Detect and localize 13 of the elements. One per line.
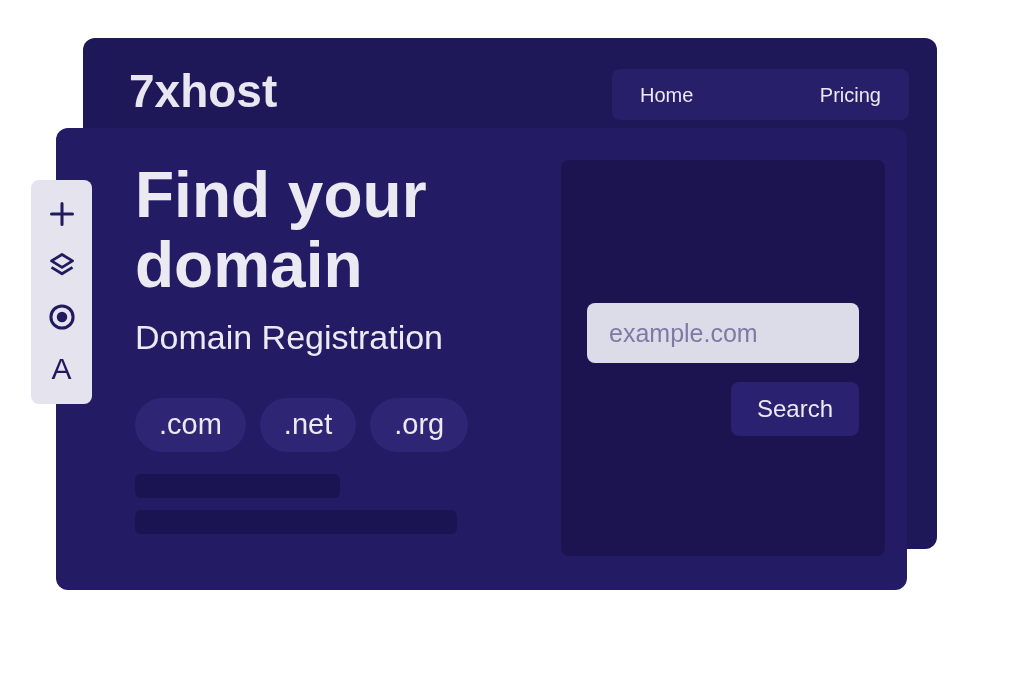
tld-chip[interactable]: .org (370, 398, 469, 452)
nav-link[interactable]: Pricing (819, 79, 881, 110)
logo: 7xhost (129, 68, 278, 114)
tld-chip[interactable]: .net (259, 398, 357, 452)
search-field[interactable]: example.com (587, 303, 859, 363)
plus-icon[interactable] (47, 199, 76, 228)
text-tool[interactable]: A (51, 354, 72, 385)
hero-title: Find your domain (135, 160, 428, 300)
hero-subtitle: Domain Registration (135, 320, 445, 354)
search-button[interactable]: Search (730, 382, 859, 436)
tld-chip[interactable]: .com (135, 398, 246, 452)
target-icon[interactable] (47, 302, 76, 331)
nav-link[interactable]: Home (640, 79, 694, 110)
